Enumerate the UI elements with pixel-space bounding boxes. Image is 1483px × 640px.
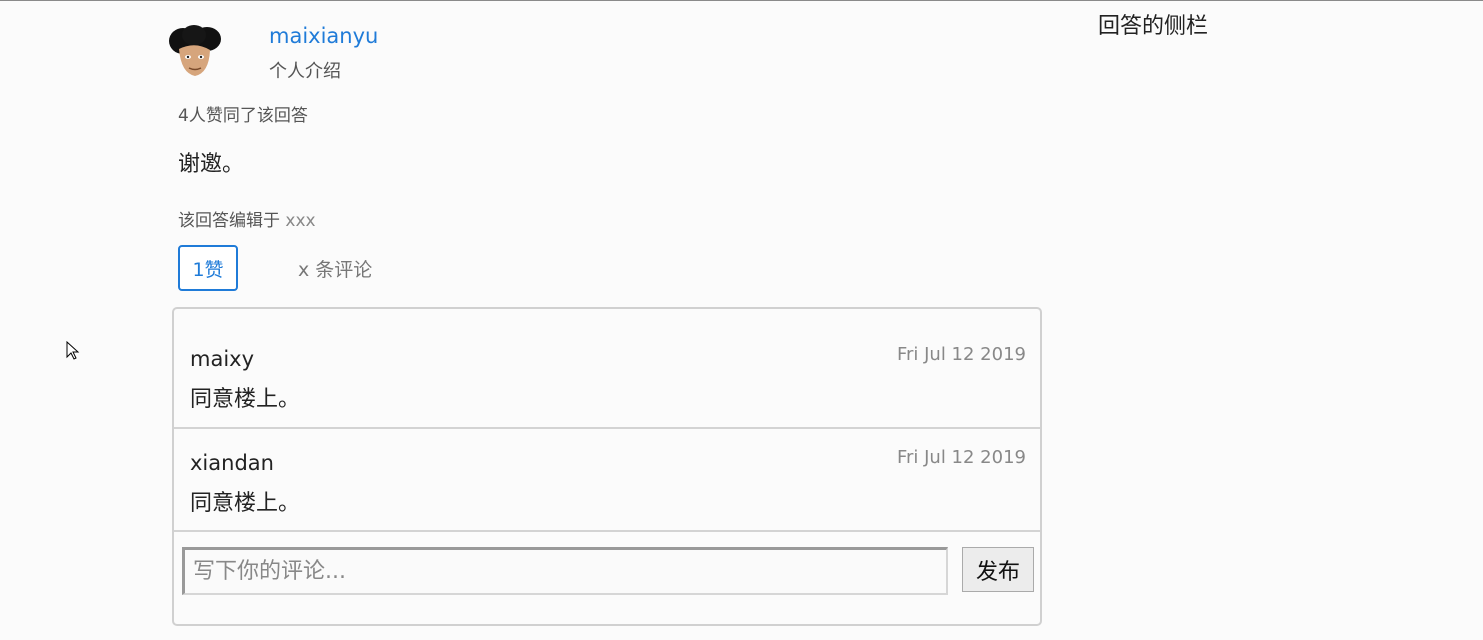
comment-item: maixy Fri Jul 12 2019 同意楼上。 (174, 309, 1040, 429)
mouse-cursor-icon (66, 340, 80, 361)
author-bio: 个人介绍 (269, 61, 341, 82)
author-name-link[interactable]: maixianyu (269, 24, 378, 48)
comment-text: 同意楼上。 (190, 387, 301, 412)
comment-input[interactable] (182, 547, 948, 595)
sidebar-title: 回答的侧栏 (1098, 14, 1209, 39)
avatar[interactable] (163, 19, 225, 79)
like-button[interactable]: 1赞 (178, 245, 238, 291)
edited-label: 该回答编辑于 (178, 211, 280, 231)
comment-text: 同意楼上。 (190, 491, 301, 516)
comment-author: maixy (190, 347, 255, 371)
comment-author: xiandan (190, 451, 274, 475)
edited-info: 该回答编辑于 xxx (178, 206, 316, 231)
comment-item: xiandan Fri Jul 12 2019 同意楼上。 (174, 429, 1040, 532)
comments-toggle[interactable]: x 条评论 (298, 255, 372, 282)
vote-summary: 4人赞同了该回答 (178, 106, 308, 126)
comment-date: Fri Jul 12 2019 (896, 447, 1026, 468)
publish-button[interactable]: 发布 (962, 547, 1034, 592)
comment-panel: maixy Fri Jul 12 2019 同意楼上。 xiandan Fri … (172, 307, 1042, 626)
edited-time: xxx (285, 211, 316, 231)
answer-body: 谢邀。 (178, 152, 245, 177)
comment-date: Fri Jul 12 2019 (896, 344, 1026, 365)
